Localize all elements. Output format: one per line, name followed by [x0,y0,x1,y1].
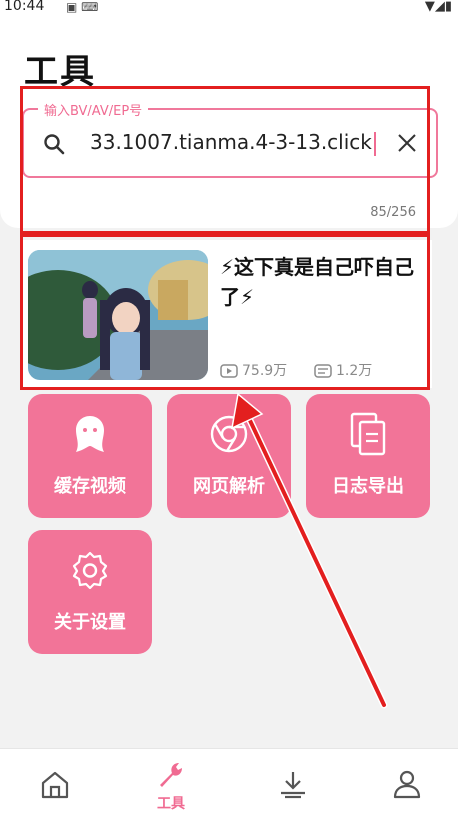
close-icon[interactable] [396,132,418,154]
bottom-navigation: 工具 [0,748,458,820]
tool-web-parse[interactable]: 网页解析 [167,394,291,518]
tool-label: 日志导出 [332,476,404,497]
nav-home[interactable] [0,749,114,820]
gear-icon [72,551,108,590]
chrome-icon [210,415,248,453]
search-label: 输入BV/AV/EP号 [38,100,149,119]
view-count: 75.9万 [220,360,287,380]
search-icon [44,134,65,155]
download-icon [281,772,305,799]
copy-file-icon [350,412,386,456]
tool-settings[interactable]: 关于设置 [28,530,152,654]
wrench-icon [160,763,182,787]
home-icon [41,771,69,799]
nav-label: 工具 [157,796,185,812]
tool-cache-video[interactable]: 缓存视频 [28,394,152,518]
tool-label: 关于设置 [54,612,126,633]
text-caret [373,131,376,156]
video-thumbnail[interactable] [28,250,208,380]
search-input[interactable]: 输入BV/AV/EP号 33.1007.tianma.4-3-13.click [22,100,438,178]
page-title: 工具 [24,52,96,92]
header-card: 工具 输入BV/AV/EP号 33.1007.tianma.4-3-13.cli… [0,18,458,228]
signal-battery-icons: ▼◢▮ [424,0,452,14]
profile-icon [393,770,421,799]
play-count-icon [220,364,238,378]
status-bar: 10:44 ▣ ⌨ ▼◢▮ [0,0,458,18]
bilibili-tv-icon [76,416,104,452]
tool-log-export[interactable]: 日志导出 [306,394,430,518]
search-value[interactable]: 33.1007.tianma.4-3-13.click [90,130,376,156]
tool-label: 网页解析 [193,476,265,497]
video-title[interactable]: ⚡这下真是自己吓自己了⚡ [220,252,428,312]
nav-tools[interactable]: 工具 [114,749,228,820]
char-counter: 85/256 [370,205,416,220]
comment-count: 1.2万 [314,360,372,380]
tool-label: 缓存视频 [54,476,126,497]
notification-icons: ▣ ⌨ [66,0,99,14]
nav-download[interactable] [228,749,342,820]
video-card[interactable]: ⚡这下真是自己吓自己了⚡ 75.9万 1.2万 [22,240,432,388]
nav-profile[interactable] [342,749,456,820]
comment-icon [314,364,332,378]
status-time: 10:44 [4,0,45,14]
